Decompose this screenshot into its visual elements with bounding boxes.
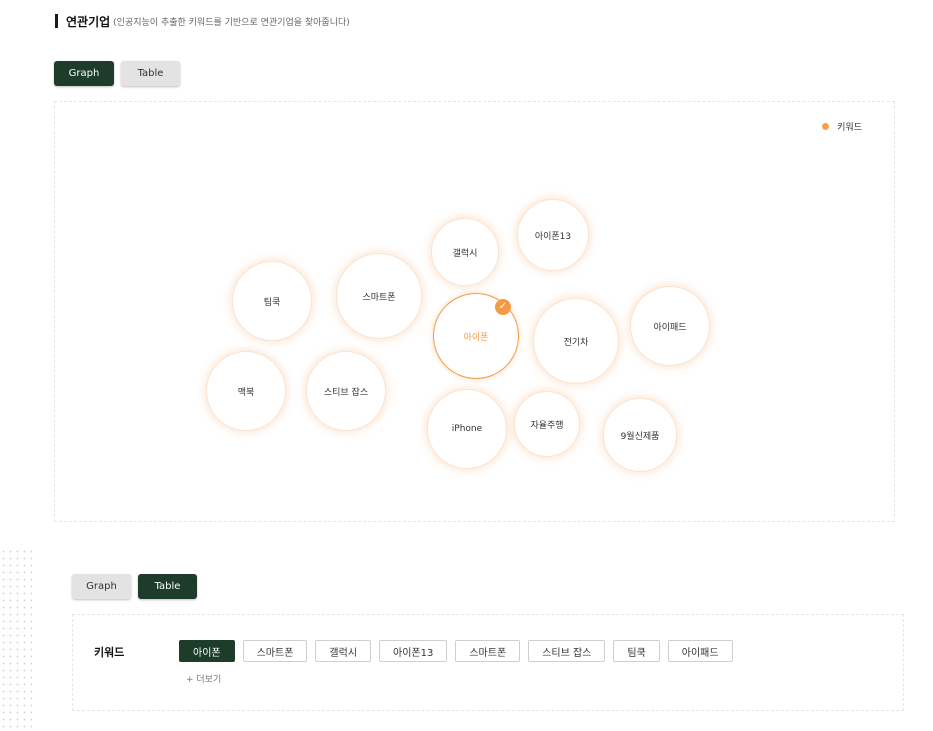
keyword-chip[interactable]: 아이폰13 <box>379 640 448 662</box>
keyword-chip[interactable]: 아이폰 <box>179 640 235 662</box>
tab-graph-bottom[interactable]: Graph <box>72 574 131 599</box>
tab-table-bottom[interactable]: Table <box>138 574 197 599</box>
keyword-chip[interactable]: 갤럭시 <box>315 640 372 662</box>
section-header: 연관기업 (인공지능이 추출한 키워드를 기반으로 연관기업을 찾아줍니다) <box>55 13 350 29</box>
legend-label: 키워드 <box>837 123 862 133</box>
dot-pattern-decoration <box>0 548 32 731</box>
bubble-macbook[interactable]: 맥북 <box>206 351 286 431</box>
tab-table-top[interactable]: Table <box>121 61 180 86</box>
bubble-ipad[interactable]: 아이패드 <box>630 286 710 366</box>
tab-graph-top[interactable]: Graph <box>54 61 114 86</box>
bubble-ev[interactable]: 전기차 <box>533 298 619 384</box>
keyword-chip[interactable]: 팀쿡 <box>613 640 660 662</box>
section-title: 연관기업 <box>66 14 111 29</box>
more-link[interactable]: + 더보기 <box>186 672 221 685</box>
bubble-steve-jobs[interactable]: 스티브 잡스 <box>306 351 386 431</box>
keyword-chip[interactable]: 스티브 잡스 <box>528 640 606 662</box>
keyword-chip[interactable]: 스마트폰 <box>455 640 521 662</box>
bubble-smartphone[interactable]: 스마트폰 <box>336 253 422 339</box>
graph-panel: 키워드 갤럭시 아이폰13 팀쿡 스마트폰 아이폰 ✓ 전기차 아이패드 맥북 … <box>54 101 895 522</box>
check-icon: ✓ <box>495 299 511 315</box>
bubble-iphone-en[interactable]: iPhone <box>427 389 507 469</box>
keyword-chip-list: 아이폰 스마트폰 갤럭시 아이폰13 스마트폰 스티브 잡스 팀쿡 아이패드 <box>179 640 741 662</box>
keyword-chip[interactable]: 스마트폰 <box>242 640 308 662</box>
keyword-label: 키워드 <box>94 646 125 659</box>
title-bar-decoration <box>55 14 58 28</box>
legend-dot-icon <box>822 123 830 130</box>
bubble-autonomous[interactable]: 자율주행 <box>514 391 580 457</box>
bubble-iphone13[interactable]: 아이폰13 <box>517 199 589 271</box>
bubble-teamcook[interactable]: 팀쿡 <box>232 261 312 341</box>
section-subtitle: (인공지능이 추출한 키워드를 기반으로 연관기업을 찾아줍니다) <box>113 17 350 28</box>
keyword-chip[interactable]: 아이패드 <box>667 640 733 662</box>
bubble-sept-new[interactable]: 9월신제품 <box>603 398 677 472</box>
legend: 키워드 <box>822 120 862 133</box>
table-panel: 키워드 아이폰 스마트폰 갤럭시 아이폰13 스마트폰 스티브 잡스 팀쿡 아이… <box>72 614 904 711</box>
bubble-galaxy[interactable]: 갤럭시 <box>431 218 499 286</box>
